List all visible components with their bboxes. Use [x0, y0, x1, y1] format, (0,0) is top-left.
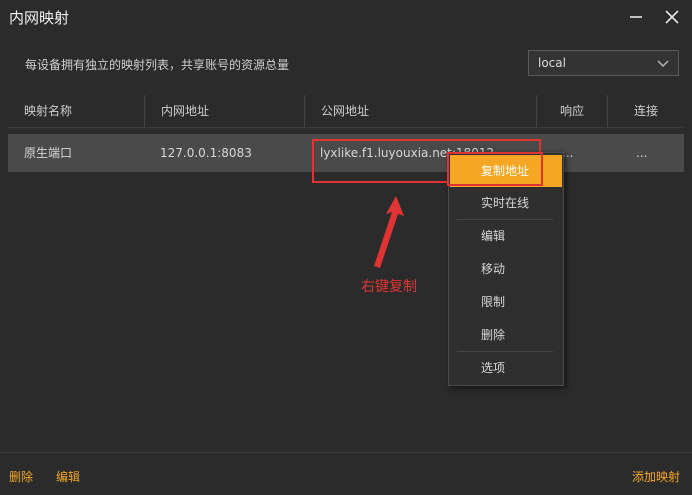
footer: 删除 编辑 添加映射: [0, 452, 692, 495]
device-select[interactable]: local: [528, 50, 679, 76]
menu-item-move[interactable]: 移动: [450, 253, 562, 285]
description-text: 每设备拥有独立的映射列表，共享账号的资源总量: [25, 58, 290, 72]
context-menu: 复制地址 实时在线 编辑 移动 限制 删除 选项: [448, 152, 564, 386]
add-mapping-link[interactable]: 添加映射: [632, 468, 680, 485]
table-header: 映射名称 内网地址 公网地址 响应 连接: [8, 95, 684, 128]
highlight-box-menu-item: [447, 152, 543, 186]
minimize-icon: [630, 16, 642, 18]
delete-link[interactable]: 删除: [9, 468, 33, 485]
edit-link[interactable]: 编辑: [56, 468, 80, 485]
cell-name: 原生端口: [24, 146, 73, 160]
menu-item-delete[interactable]: 删除: [450, 319, 562, 351]
close-button[interactable]: [661, 6, 683, 28]
window-title: 内网映射: [9, 9, 70, 27]
cell-connection: ...: [636, 146, 648, 160]
column-header-name[interactable]: 映射名称: [8, 95, 144, 127]
menu-item-options[interactable]: 选项: [450, 352, 562, 384]
chevron-down-icon: [657, 60, 669, 67]
column-header-local-address[interactable]: 内网地址: [144, 95, 304, 127]
column-header-connection[interactable]: 连接: [607, 95, 684, 127]
minimize-button[interactable]: [625, 6, 647, 28]
column-header-response[interactable]: 响应: [536, 95, 607, 127]
annotation-text: 右键复制: [361, 279, 417, 295]
arrow-annotation-icon: [374, 196, 404, 268]
close-icon: [665, 10, 679, 24]
title-bar: 内网映射: [0, 0, 692, 36]
device-select-value: local: [538, 56, 566, 70]
cell-local-address: 127.0.0.1:8083: [160, 146, 252, 160]
menu-item-limit[interactable]: 限制: [450, 286, 562, 318]
menu-item-realtime-online[interactable]: 实时在线: [450, 187, 562, 219]
menu-item-edit[interactable]: 编辑: [450, 220, 562, 252]
column-header-public-address[interactable]: 公网地址: [304, 95, 536, 127]
